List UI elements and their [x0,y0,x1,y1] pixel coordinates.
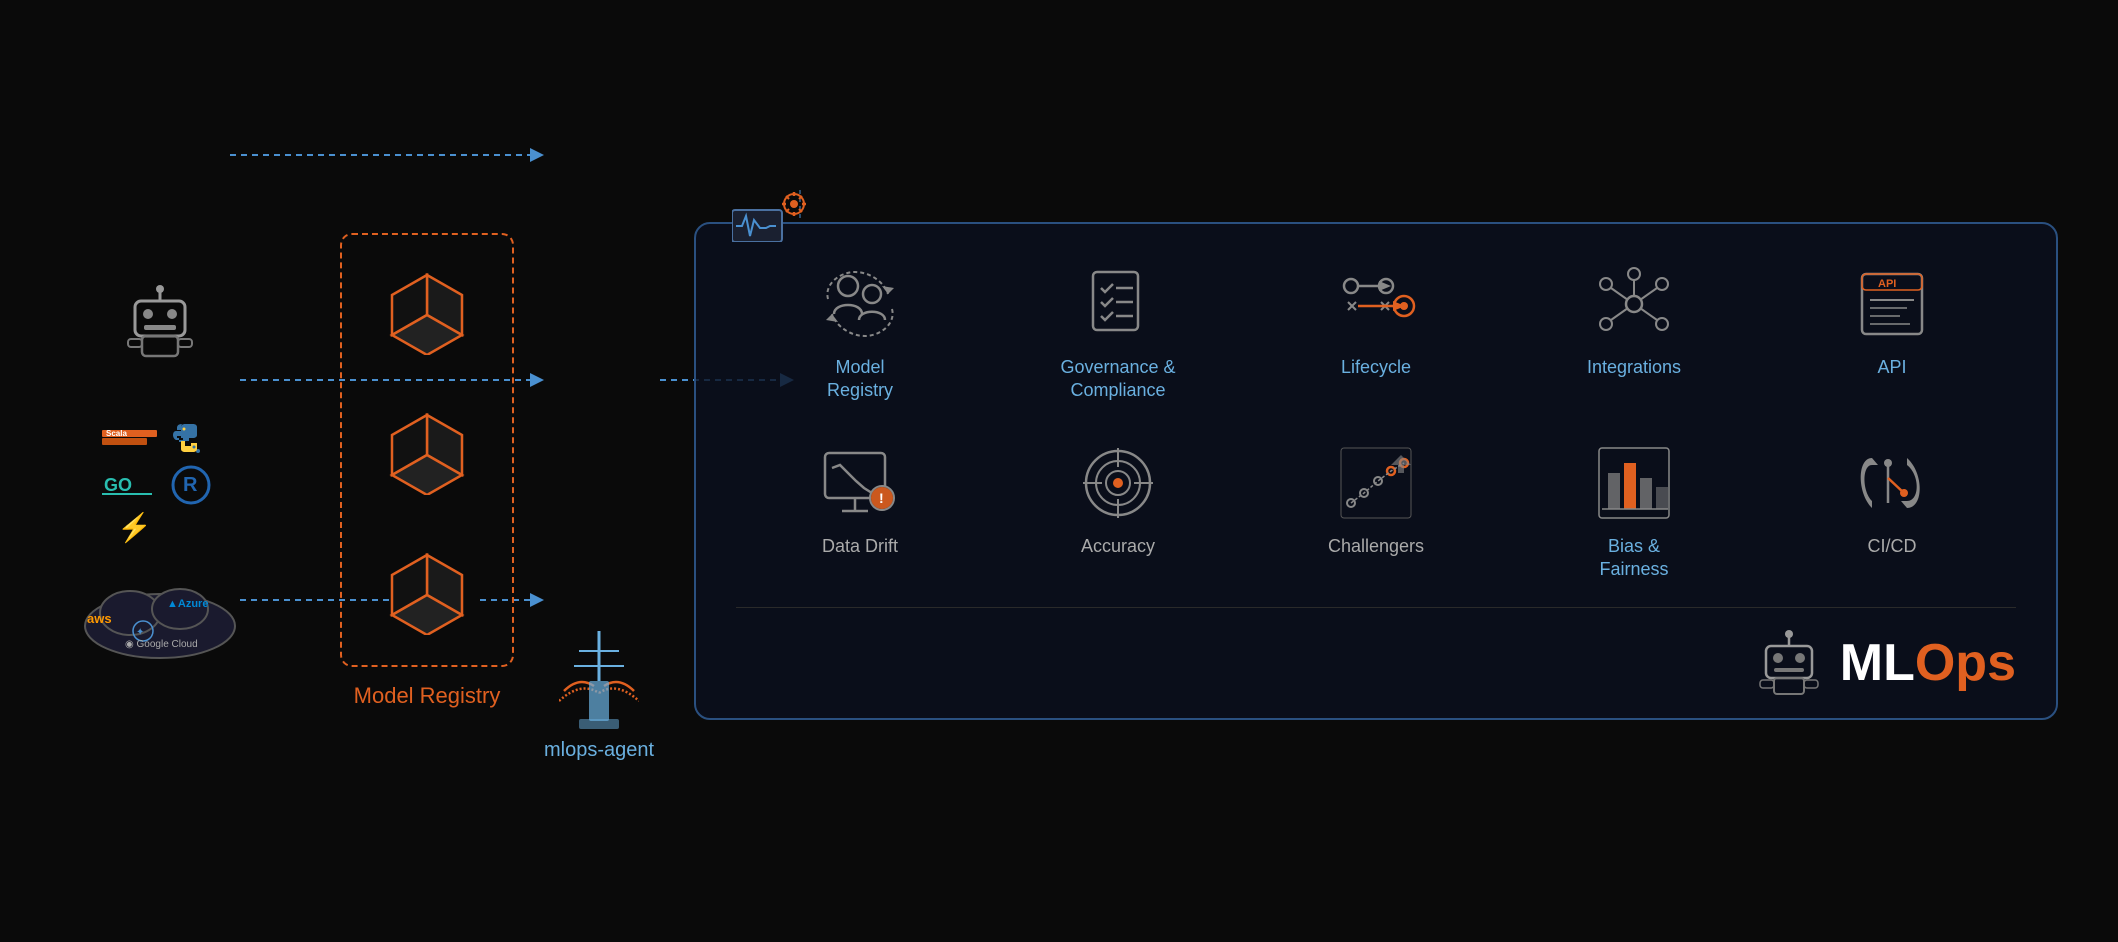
svg-text:API: API [1878,278,1896,290]
mlops-brand-text: MLOps [1840,633,2016,693]
go-icon: GO [102,474,157,496]
svg-text:GO: GO [104,475,132,495]
lifecycle-feature-label: Lifecycle [1341,356,1411,379]
features-grid: ModelRegistry [736,254,2016,592]
challengers-icon [1336,443,1416,523]
feature-data-drift: ! Data Drift [736,433,984,592]
cloud-source: aws ▲Azure ✦ ◉ Google Cloud [75,571,245,661]
main-container: Scala GO [0,0,2118,942]
languages-source: Scala GO [100,421,220,511]
registry-box [340,233,514,667]
cloud-providers-icon: aws ▲Azure ✦ ◉ Google Cloud [75,571,245,661]
api-icon: API [1852,264,1932,344]
integrations-icon [1594,264,1674,344]
feature-lifecycle: Lifecycle [1252,254,1500,413]
svg-text:◉ Google Cloud: ◉ Google Cloud [125,639,198,650]
cube-1 [382,265,472,355]
lifecycle-icon [1336,264,1416,344]
model-registry-label: Model Registry [354,683,501,709]
feature-model-registry: ModelRegistry [736,254,984,413]
integrations-feature-label: Integrations [1587,356,1681,379]
accuracy-feature-label: Accuracy [1081,535,1155,558]
api-feature-label: API [1877,356,1906,379]
mlops-robot-icon [1754,628,1824,698]
challengers-feature-label: Challengers [1328,535,1424,558]
feature-api: API API [1768,254,2016,413]
cicd-feature-label: CI/CD [1868,535,1917,558]
cube-3 [382,545,472,635]
cube-2 [382,405,472,495]
agent-section: mlops-agent [544,631,654,762]
cicd-icon [1852,443,1932,523]
model-registry-feature-label: ModelRegistry [827,356,893,403]
feature-cicd: CI/CD [1768,433,2016,592]
svg-text:R: R [183,474,198,496]
agent-label: mlops-agent [544,739,654,762]
data-drift-icon: ! [820,443,900,523]
feature-governance: Governance &Compliance [994,254,1242,413]
feature-challengers: Challengers [1252,433,1500,592]
model-registry-icon [820,264,900,344]
monitor-gear-icon [732,192,812,247]
mlops-panel: ModelRegistry [694,222,2058,721]
tensorflow-icon: ⚡ [109,509,149,549]
sources-section: Scala GO [60,281,260,661]
middle-section: Model Registry [340,233,514,709]
ml-text: ML [1840,634,1915,692]
data-drift-feature-label: Data Drift [822,535,898,558]
robot-icon [120,281,200,361]
panel-divider [736,607,2016,608]
language-icons-grid: Scala GO [100,421,220,511]
svg-text:⚡: ⚡ [117,511,149,544]
scala-icon: Scala [102,430,157,452]
svg-text:!: ! [879,490,884,506]
feature-integrations: Integrations [1510,254,1758,413]
accuracy-icon [1078,443,1158,523]
r-icon: R [171,465,211,505]
feature-accuracy: Accuracy [994,433,1242,592]
bias-fairness-icon [1594,443,1674,523]
svg-text:aws: aws [87,611,112,626]
ops-text: Ops [1915,634,2016,692]
robot-source [120,281,200,361]
governance-icon [1078,264,1158,344]
svg-text:Scala: Scala [106,430,127,438]
mlops-branding: MLOps [736,628,2016,698]
bias-fairness-feature-label: Bias &Fairness [1599,535,1668,582]
svg-text:✦: ✦ [136,627,144,638]
python-icon [171,421,211,461]
svg-text:▲Azure: ▲Azure [167,598,208,610]
tower-icon [559,631,639,731]
feature-bias-fairness: Bias &Fairness [1510,433,1758,592]
governance-feature-label: Governance &Compliance [1061,356,1176,403]
